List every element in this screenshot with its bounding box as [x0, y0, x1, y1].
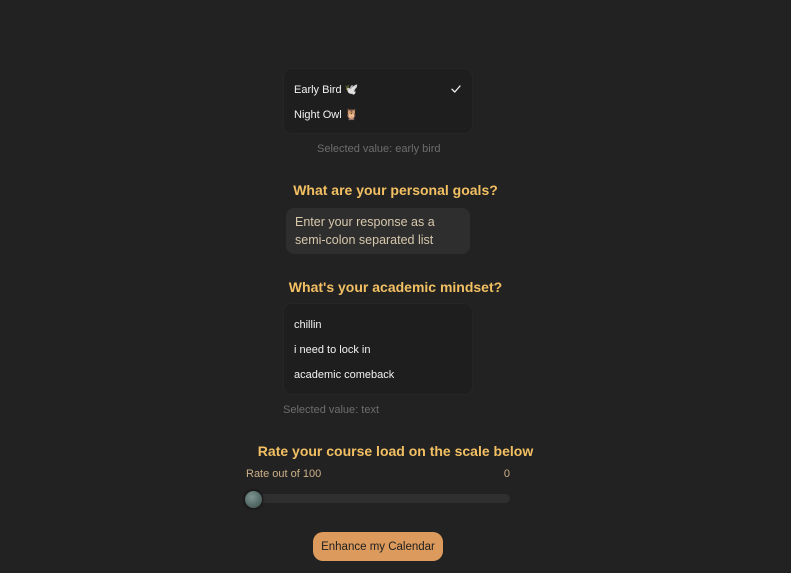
goals-textarea[interactable]: Enter your response as a semi-colon sepa… [286, 208, 470, 254]
slider-value: 0 [503, 468, 510, 480]
check-icon [451, 85, 461, 93]
mindset-option-label: chillin [294, 319, 322, 331]
mindset-listbox: chillin i need to lock in academic comeb… [284, 304, 472, 394]
course-load-slider-thumb[interactable] [244, 490, 263, 509]
chronotype-option-early-bird[interactable]: Early Bird 🕊️ [294, 78, 462, 100]
mindset-option-label: i need to lock in [294, 344, 371, 356]
enhance-calendar-button[interactable]: Enhance my Calendar [313, 532, 443, 561]
course-load-heading: Rate your course load on the scale below [257, 443, 534, 459]
chronotype-option-night-owl[interactable]: Night Owl 🦉 [294, 103, 462, 125]
mindset-option-comeback[interactable]: academic comeback [294, 364, 462, 386]
page: Early Bird 🕊️ Night Owl 🦉 Selected value… [0, 0, 791, 573]
chronotype-listbox: Early Bird 🕊️ Night Owl 🦉 [284, 69, 472, 133]
mindset-option-lock-in[interactable]: i need to lock in [294, 339, 462, 361]
chronotype-option-label: Early Bird 🕊️ [294, 83, 359, 96]
mindset-heading: What's your academic mindset? [288, 279, 503, 295]
mindset-option-chillin[interactable]: chillin [294, 314, 462, 336]
slider-label: Rate out of 100 [246, 468, 322, 480]
mindset-option-label: academic comeback [294, 369, 395, 381]
course-load-slider-track[interactable] [248, 494, 510, 503]
mindset-selected-value: Selected value: text [283, 404, 380, 416]
chronotype-option-label: Night Owl 🦉 [294, 108, 359, 121]
chronotype-selected-value: Selected value: early bird [317, 143, 441, 155]
goals-heading: What are your personal goals? [293, 182, 498, 198]
